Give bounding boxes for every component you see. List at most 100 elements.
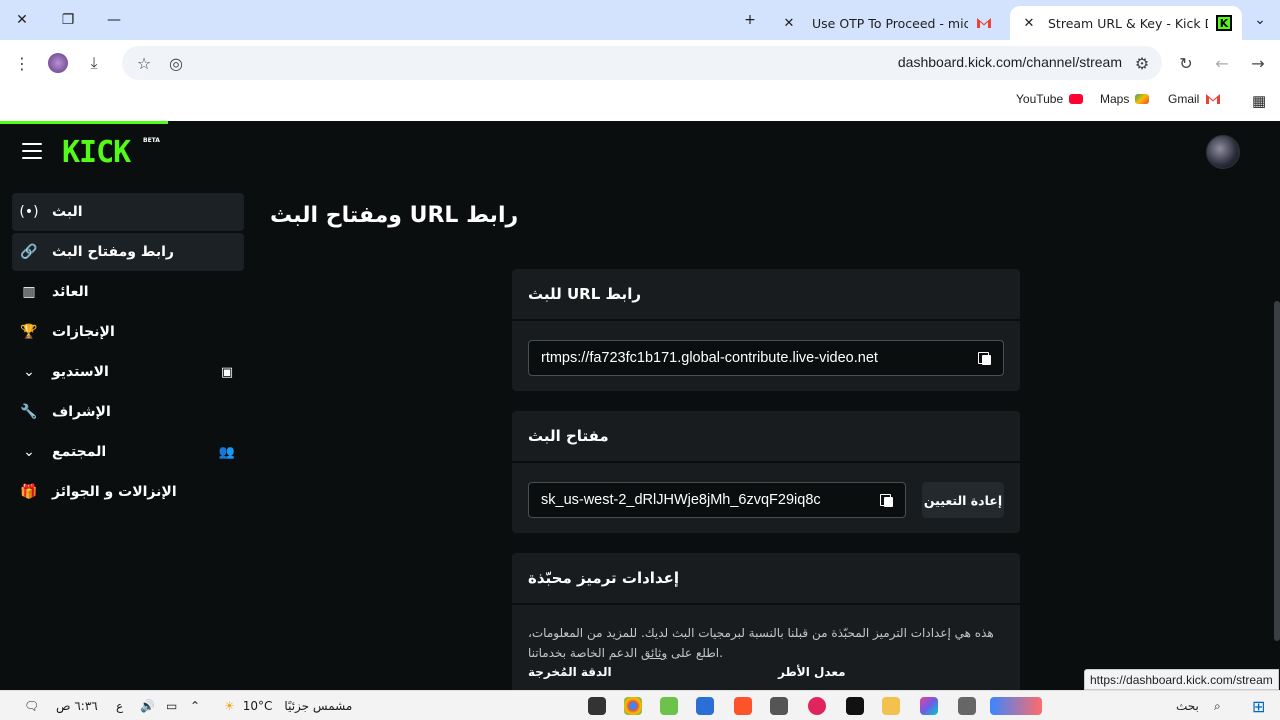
bookmark-label: YouTube	[1016, 92, 1064, 106]
sidebar-item-label: العائد	[52, 284, 89, 300]
windows-start-icon[interactable]: ⊞	[1252, 696, 1265, 716]
tab-title: Stream URL & Key - Kick Dashb	[1048, 15, 1208, 31]
site-settings-icon[interactable]: ⚙	[1128, 49, 1156, 77]
sidebar-item-drops[interactable]: 🎁 الإنزالات و الجوائز	[12, 473, 244, 511]
sidebar: (•) البث 🔗 رابط ومفتاح البث ▥ العائد 🏆 ا…	[12, 193, 244, 513]
reset-key-button[interactable]: إعادة التعيين	[922, 482, 1004, 518]
broadcast-icon: (•)	[19, 204, 39, 220]
bookmark-gmail[interactable]: Gmail	[1168, 92, 1221, 106]
weather-sun-icon: ☀	[224, 699, 235, 713]
search-label[interactable]: بحث	[1176, 696, 1199, 716]
url-text[interactable]: dashboard.kick.com/channel/stream	[898, 54, 1122, 70]
tracking-icon[interactable]: ◎	[162, 49, 190, 77]
sidebar-item-label: البث	[52, 204, 83, 220]
tab-otp[interactable]: ✕ Use OTP To Proceed - midoggn	[770, 6, 1002, 40]
close-window-icon[interactable]: ✕	[8, 6, 36, 34]
sidebar-item-label: الإنجازات	[52, 324, 115, 340]
restore-window-icon[interactable]: ❐	[54, 6, 82, 34]
stream-key-card: مفتاح البث sk_us-west-2_dRlJHWje8jMh_6zv…	[512, 411, 1020, 533]
stream-url-card: للبث URL رابط rtmps://fa723fc1b171.globa…	[512, 269, 1020, 391]
weather-temp: 10°C	[242, 699, 273, 713]
tiktok-icon[interactable]	[846, 697, 864, 715]
clock[interactable]: ٦:٣٦ ص	[56, 696, 98, 716]
hamburger-menu-icon[interactable]	[22, 143, 42, 159]
sidebar-item-achievements[interactable]: 🏆 الإنجازات	[12, 313, 244, 351]
copilot-icon[interactable]	[920, 697, 938, 715]
chrome-icon[interactable]	[624, 697, 642, 715]
sidebar-item-stream-url-key[interactable]: 🔗 رابط ومفتاح البث	[12, 233, 244, 271]
framerate-label: معدل الأطر	[778, 665, 846, 679]
copy-icon[interactable]	[879, 493, 893, 507]
notes-icon[interactable]	[770, 697, 788, 715]
close-tab-icon[interactable]: ✕	[1020, 16, 1038, 31]
card-heading: للبث URL رابط	[512, 269, 1020, 321]
weather-text: مشمس جزئيًا	[284, 699, 353, 713]
gmail-icon	[1206, 94, 1221, 104]
download-icon[interactable]: ⤓	[80, 49, 108, 77]
browser-toolbar: ⋮ ⤓ ☆ ◎ dashboard.kick.com/channel/strea…	[0, 40, 1280, 86]
gmail-icon	[977, 18, 991, 28]
stream-url-field[interactable]: rtmps://fa723fc1b171.global-contribute.l…	[528, 340, 1004, 376]
sidebar-item-label: الإشراف	[52, 404, 111, 420]
task-view-icon[interactable]	[958, 697, 976, 715]
scrollbar[interactable]	[1274, 301, 1280, 641]
encoder-description: هذه هي إعدادات الترميز المحبّذة من قبلنا…	[528, 626, 994, 660]
wrench-icon: 🔧	[20, 404, 38, 420]
language-indicator[interactable]: ع	[116, 696, 123, 716]
search-highlight-image[interactable]	[990, 697, 1042, 715]
chevron-down-icon: ⌄	[23, 444, 35, 460]
user-avatar[interactable]	[1206, 135, 1240, 169]
card-heading: مفتاح البث	[512, 411, 1020, 463]
users-icon: 👥	[218, 444, 236, 460]
tab-stream-url[interactable]: ✕ Stream URL & Key - Kick Dashb K	[1010, 6, 1242, 40]
sidebar-item-studio[interactable]: ⌄ الاستديو ▣	[12, 353, 244, 391]
weather-widget[interactable]: ☀ 10°C مشمس جزئيًا	[224, 696, 352, 716]
store-icon[interactable]	[696, 697, 714, 715]
sidebar-item-moderation[interactable]: 🔧 الإشراف	[12, 393, 244, 431]
loading-progress-bar	[0, 121, 168, 124]
youtube-icon	[1069, 94, 1084, 104]
bookmark-label: Gmail	[1168, 92, 1200, 106]
kick-logo[interactable]: KICK	[62, 135, 131, 170]
reload-icon[interactable]: ↻	[1172, 49, 1200, 77]
file-explorer-icon[interactable]	[882, 697, 900, 715]
bookmark-label: Maps	[1100, 92, 1130, 106]
address-bar[interactable]: ☆ ◎ dashboard.kick.com/channel/stream ⚙	[122, 46, 1162, 80]
bookmark-youtube[interactable]: YouTube	[1016, 92, 1084, 106]
minecraft-icon[interactable]	[660, 697, 678, 715]
search-icon[interactable]: ⌕	[1214, 696, 1221, 716]
forward-icon[interactable]: →	[1244, 49, 1272, 77]
volume-icon[interactable]: 🔊	[140, 696, 155, 716]
back-icon[interactable]: ←	[1208, 49, 1236, 77]
media-icon[interactable]	[808, 697, 826, 715]
new-tab-icon[interactable]: +	[736, 6, 764, 34]
sidebar-item-revenue[interactable]: ▥ العائد	[12, 273, 244, 311]
bookmark-star-icon[interactable]: ☆	[130, 49, 158, 77]
all-bookmarks-grid-icon[interactable]: ▦	[1252, 92, 1266, 110]
chevron-down-icon: ⌄	[23, 364, 35, 380]
sidebar-item-label: الاستديو	[52, 364, 109, 380]
notifications-icon[interactable]: 🗨	[24, 696, 39, 716]
brave-icon[interactable]	[734, 697, 752, 715]
sidebar-item-stream[interactable]: (•) البث	[12, 193, 244, 231]
stream-key-value: sk_us-west-2_dRlJHWje8jMh_6zvqF29iq8c	[541, 492, 821, 508]
tab-search-chevron-icon[interactable]: ⌄	[1246, 6, 1274, 34]
encoder-settings-card: إعدادات ترميز محبّذة هذه هي إعدادات التر…	[512, 553, 1020, 690]
kick-icon: K	[1216, 15, 1232, 31]
minimize-window-icon[interactable]: —	[100, 6, 128, 34]
stream-key-field[interactable]: sk_us-west-2_dRlJHWje8jMh_6zvqF29iq8c	[528, 482, 906, 518]
studio-icon: ▣	[220, 364, 234, 380]
app-icon[interactable]	[588, 697, 606, 715]
battery-icon[interactable]: ▭	[166, 696, 177, 716]
copy-icon[interactable]	[977, 351, 991, 365]
docs-link[interactable]: وثائق	[641, 646, 667, 660]
profile-avatar[interactable]	[44, 49, 72, 77]
close-tab-icon[interactable]: ✕	[780, 16, 798, 31]
stream-url-value: rtmps://fa723fc1b171.global-contribute.l…	[541, 350, 878, 366]
menu-kebab-icon[interactable]: ⋮	[8, 49, 36, 77]
browser-titlebar: ✕ ❐ — + ✕ Use OTP To Proceed - midoggn ✕…	[0, 0, 1280, 40]
bookmark-maps[interactable]: Maps	[1100, 92, 1150, 106]
resolution-label: الدقة المُخرجة	[528, 665, 612, 679]
sidebar-item-community[interactable]: ⌄ المجتمع 👥	[12, 433, 244, 471]
tray-chevron-icon[interactable]: ⌃	[190, 696, 200, 716]
